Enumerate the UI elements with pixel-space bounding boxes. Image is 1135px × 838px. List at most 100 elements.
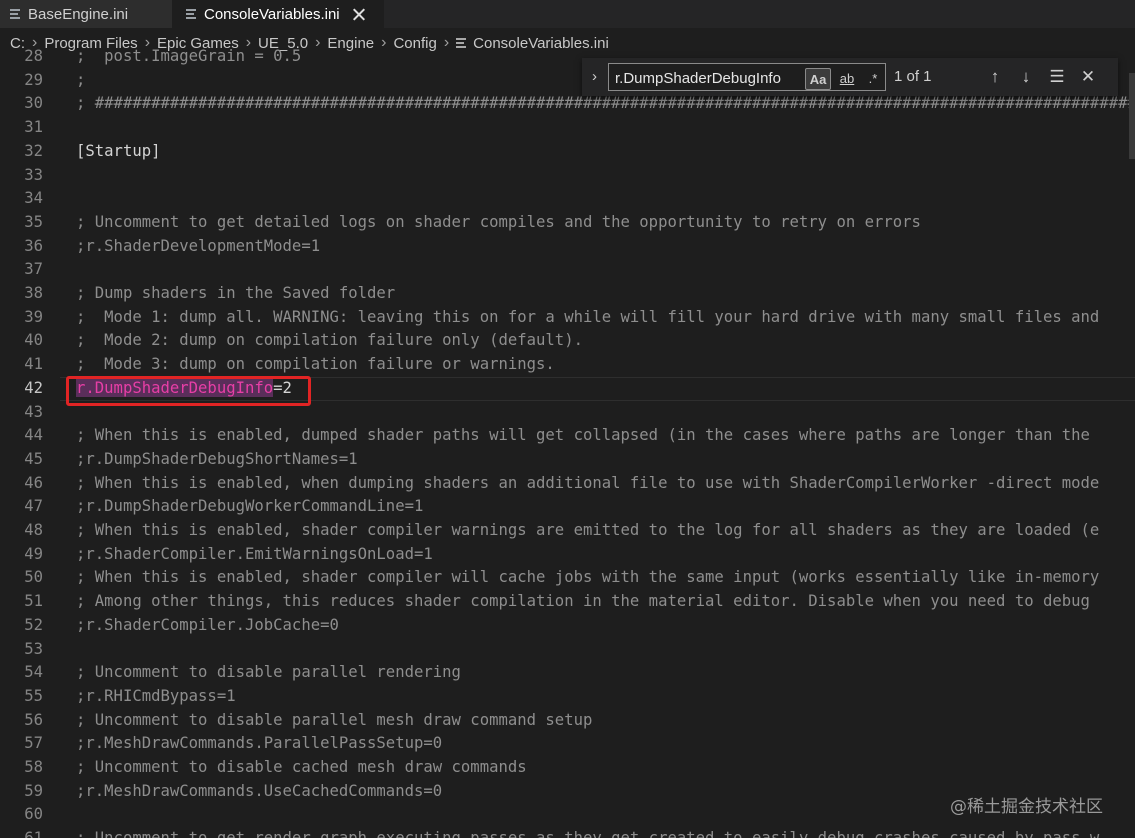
line-number: 53: [24, 639, 43, 658]
match-count: 1 of 1: [894, 68, 932, 85]
code-text: ; Uncomment to disable parallel mesh dra…: [76, 710, 593, 729]
code-line: 61 ; Uncomment to get render graph execut…: [0, 827, 1135, 838]
line-number: 30: [24, 94, 43, 113]
code-text: ; When this is enabled, shader compiler …: [76, 521, 1100, 539]
scrollbar-thumb[interactable]: [1129, 73, 1135, 159]
code-text: [Startup]: [76, 141, 161, 160]
chevron-right-icon[interactable]: ›: [592, 68, 604, 85]
code-text: ;r.DumpShaderDebugWorkerCommandLine=1: [76, 497, 424, 516]
line-number: 46: [24, 473, 43, 492]
code-line: 33: [0, 164, 1135, 188]
code-line: 47 ;r.DumpShaderDebugWorkerCommandLine=1: [0, 495, 1135, 519]
code-line: 58 ; Uncomment to disable cached mesh dra…: [0, 756, 1135, 780]
tab-baseengine[interactable]: BaseEngine.ini: [0, 0, 172, 28]
tab-label: BaseEngine.ini: [28, 5, 129, 23]
code-text: ; post.ImageGrain = 0.5: [76, 47, 302, 65]
code-text: ; Uncomment to disable cached mesh draw …: [76, 758, 527, 776]
line-number: 58: [24, 758, 43, 776]
code-text: ; Uncomment to get render graph executin…: [76, 827, 1099, 838]
line-number: 36: [24, 236, 43, 255]
regex-toggle[interactable]: .*: [863, 68, 883, 88]
arrow-down-icon[interactable]: ↓: [1015, 66, 1037, 88]
line-number: 55: [24, 686, 43, 705]
line-number: 45: [24, 449, 43, 468]
code-line: 44 ; When this is enabled, dumped shader …: [0, 424, 1135, 448]
code-line: 54 ; Uncomment to disable parallel render…: [0, 661, 1135, 685]
code-line: 50 ; When this is enabled, shader compile…: [0, 566, 1135, 590]
find-in-selection-icon[interactable]: ☰: [1046, 66, 1068, 88]
line-number: 37: [24, 260, 43, 279]
code-text: ;r.ShaderCompiler.JobCache=0: [76, 615, 339, 634]
tab-label: ConsoleVariables.ini: [204, 5, 340, 23]
code-text: ; Mode 2: dump on compilation failure on…: [76, 331, 583, 350]
line-number: 39: [24, 307, 43, 326]
line-number: 52: [24, 615, 43, 634]
code-line: 45 ;r.DumpShaderDebugShortNames=1: [0, 448, 1135, 472]
line-number: 57: [24, 734, 43, 753]
file-lines-icon: [186, 9, 196, 19]
line-number: 56: [24, 710, 43, 729]
code-line: 31: [0, 116, 1135, 140]
code-line: 55 ;r.RHICmdBypass=1: [0, 685, 1135, 709]
line-number: 29: [24, 70, 43, 89]
line-number: 31: [24, 118, 43, 137]
line-number: 28: [24, 47, 43, 65]
code-line: 38 ; Dump shaders in the Saved folder: [0, 282, 1135, 306]
match-case-toggle[interactable]: Aa: [805, 68, 831, 90]
line-number: 61: [0, 827, 43, 838]
tab-consolevariables[interactable]: ConsoleVariables.ini: [172, 0, 384, 28]
code-line: 48 ; When this is enabled, shader compile…: [0, 519, 1135, 543]
code-text: ; When this is enabled, shader compiler …: [76, 568, 1100, 587]
line-number: 40: [24, 331, 43, 350]
line-number: 35: [24, 212, 43, 231]
code-text: ;r.ShaderDevelopmentMode=1: [76, 236, 321, 255]
code-text: ;: [76, 70, 86, 89]
code-text: ; Mode 1: dump all. WARNING: leaving thi…: [76, 307, 1100, 326]
line-number: 48: [24, 521, 43, 539]
code-line: 37: [0, 258, 1135, 282]
find-input[interactable]: [615, 68, 800, 88]
code-text: ; Uncomment to disable parallel renderin…: [76, 663, 461, 682]
whole-word-toggle[interactable]: ab: [835, 68, 859, 88]
code-line: 41 ; Mode 3: dump on compilation failure …: [0, 353, 1135, 377]
code-line: 53: [0, 638, 1135, 662]
line-number: 43: [24, 402, 43, 421]
find-widget: › Aa ab .* 1 of 1 ↑ ↓ ☰ ✕: [582, 58, 1118, 96]
line-number: 38: [24, 284, 43, 302]
line-number: 34: [24, 189, 43, 208]
code-line: 57 ;r.MeshDrawCommands.ParallelPassSetup=…: [0, 732, 1135, 756]
code-line: 49 ;r.ShaderCompiler.EmitWarningsOnLoad=1: [0, 543, 1135, 567]
code-text: ; Among other things, this reduces shade…: [76, 592, 1090, 611]
code-text: ; When this is enabled, when dumping sha…: [76, 473, 1100, 492]
line-number: 50: [24, 568, 43, 587]
code-text: ;r.MeshDrawCommands.UseCachedCommands=0: [76, 781, 443, 800]
code-text: ; When this is enabled, dumped shader pa…: [76, 426, 1090, 445]
code-text: ;r.MeshDrawCommands.ParallelPassSetup=0: [76, 734, 443, 753]
code-text: ;r.ShaderCompiler.EmitWarningsOnLoad=1: [76, 544, 433, 563]
code-line: 34: [0, 187, 1135, 211]
code-line: 36 ;r.ShaderDevelopmentMode=1: [0, 235, 1135, 259]
code-text: ; Dump shaders in the Saved folder: [76, 284, 396, 302]
close-icon[interactable]: [352, 7, 366, 21]
annotation-highlight-box: [66, 376, 311, 406]
line-number: 49: [24, 544, 43, 563]
line-number: 41: [24, 355, 43, 374]
code-line: 51 ; Among other things, this reduces sha…: [0, 590, 1135, 614]
code-text: ; Uncomment to get detailed logs on shad…: [76, 212, 921, 231]
file-lines-icon: [10, 9, 20, 19]
close-icon[interactable]: ✕: [1077, 66, 1099, 88]
code-line: 32 [Startup]: [0, 140, 1135, 164]
line-number: 32: [24, 141, 43, 160]
arrow-up-icon[interactable]: ↑: [984, 66, 1006, 88]
code-line: 46 ; When this is enabled, when dumping s…: [0, 472, 1135, 496]
code-text: ; Mode 3: dump on compilation failure or…: [76, 355, 555, 374]
code-editor[interactable]: 28; post.ImageGrain = 0.5 29; 30; ########…: [0, 46, 1135, 838]
line-number: 51: [24, 592, 43, 611]
tab-bar: BaseEngine.ini ConsoleVariables.ini: [0, 0, 1135, 28]
code-text: ;r.DumpShaderDebugShortNames=1: [76, 449, 358, 468]
line-number: 44: [24, 426, 43, 445]
watermark: @稀土掘金技术社区: [950, 797, 1103, 817]
line-number: 42: [24, 378, 43, 397]
line-number: 60: [24, 805, 43, 824]
line-number: 47: [24, 497, 43, 516]
